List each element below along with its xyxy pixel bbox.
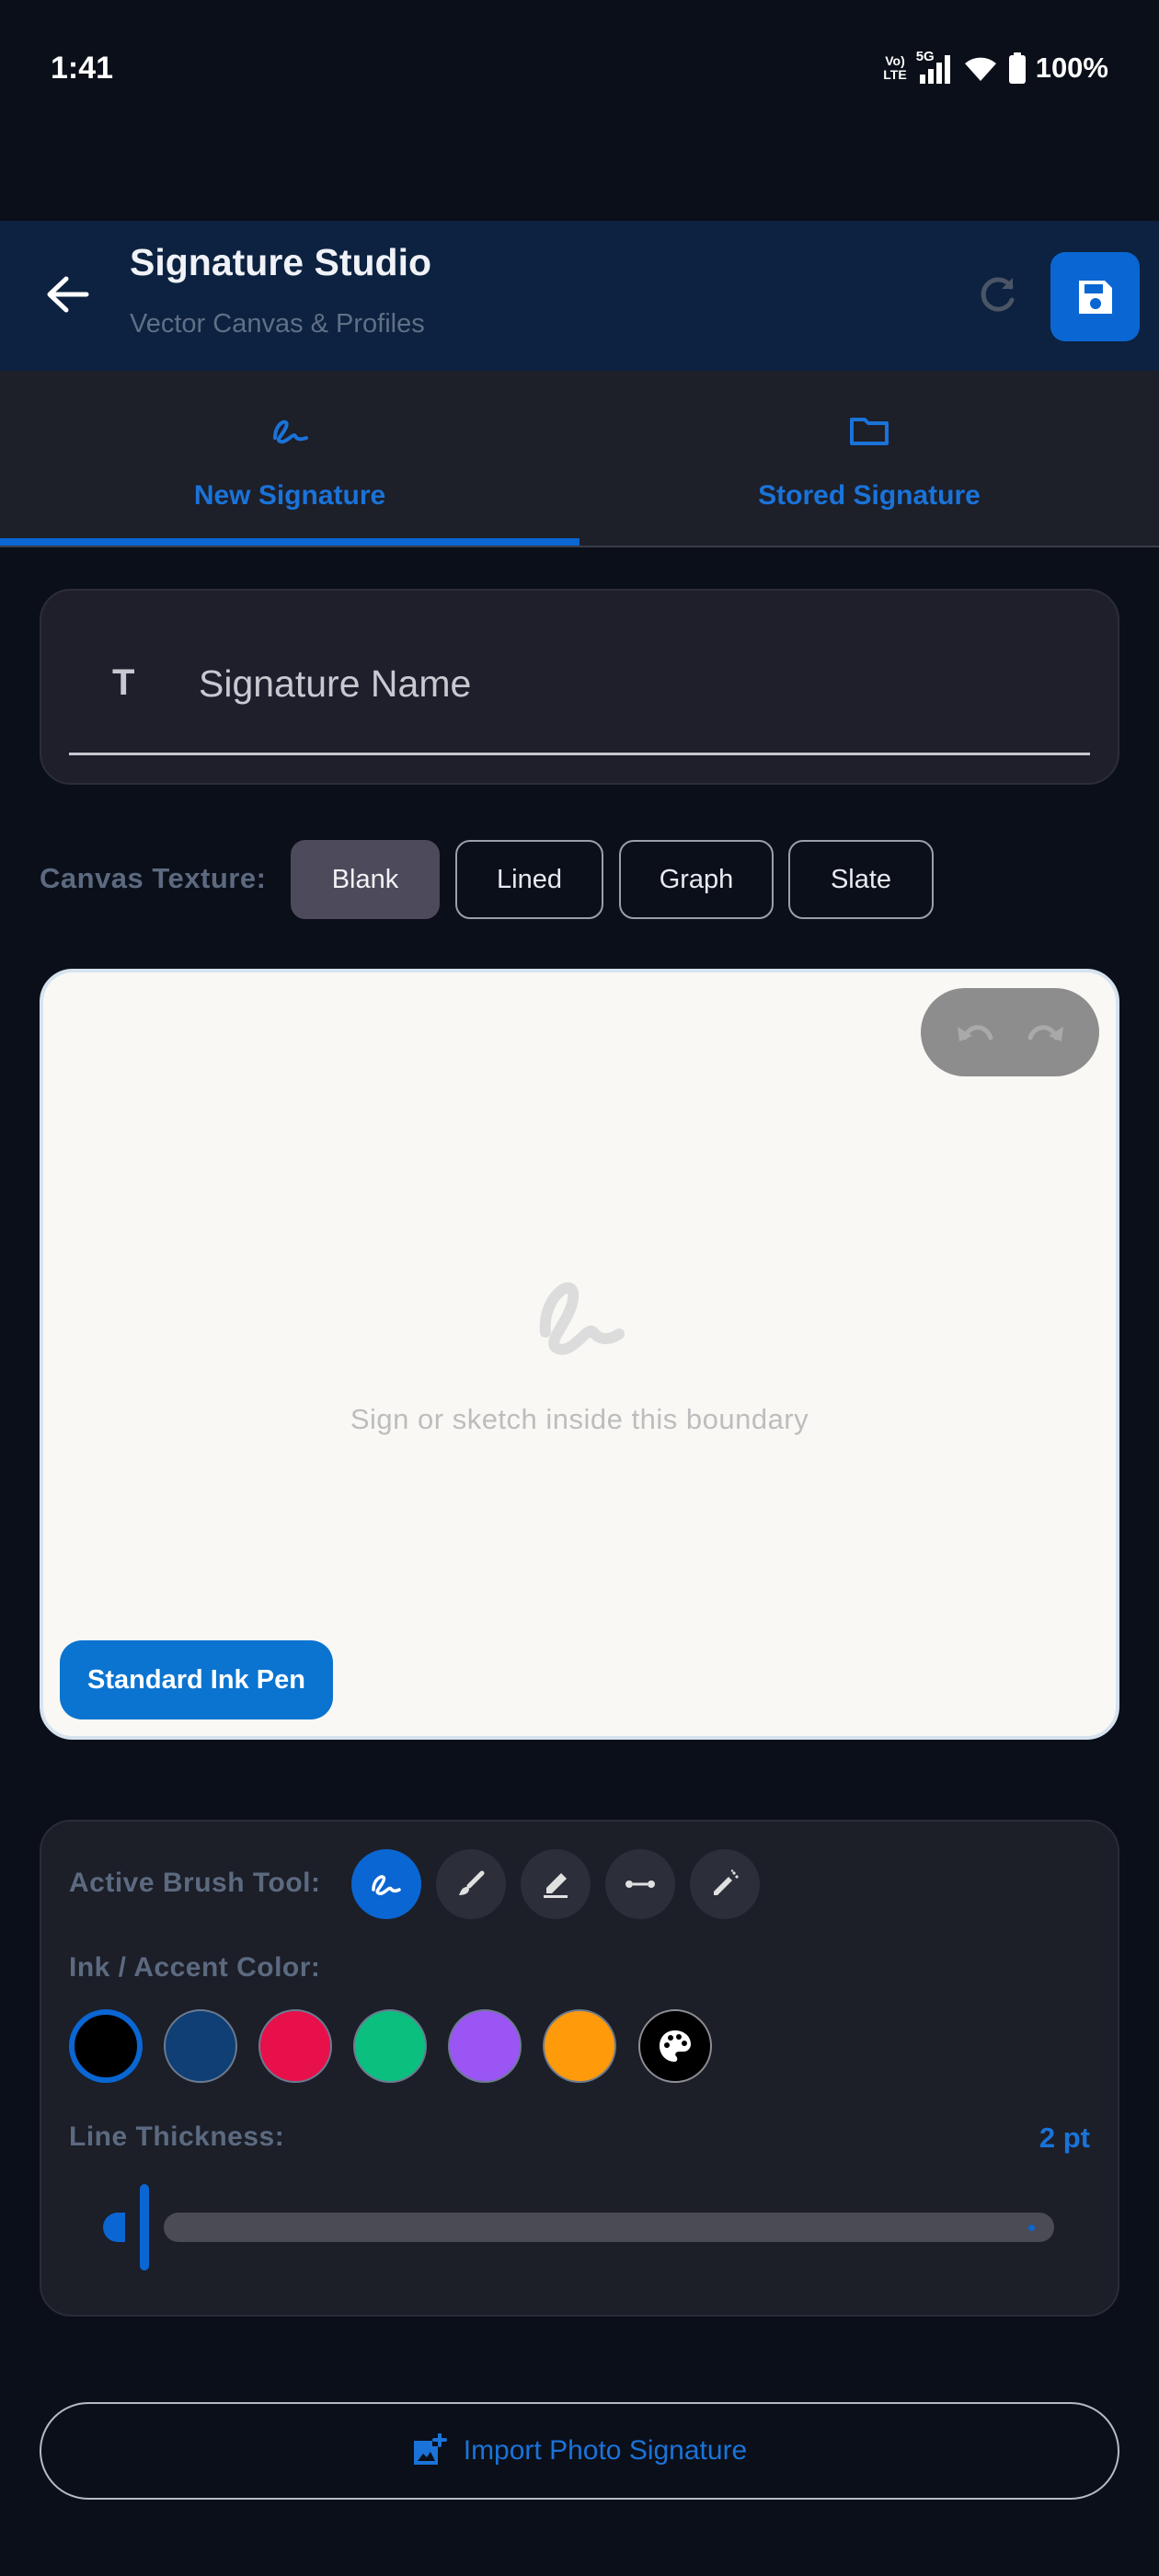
wifi-icon [964,57,996,81]
save-icon [1078,280,1112,314]
brush-icon [459,1870,485,1895]
volte-indicator: Vo) LTE [883,53,907,82]
undo-redo-group [921,988,1099,1076]
brush-tool-label: Active Brush Tool: [69,1868,321,1898]
canvas-hint: Sign or sketch inside this boundary [350,1403,809,1435]
battery-percent: 100% [1035,52,1108,84]
brush-dotted-line[interactable] [605,1849,675,1919]
thickness-slider-track[interactable] [164,2213,1054,2242]
canvas-texture-label: Canvas Texture: [40,862,267,894]
marker-icon [544,1873,568,1898]
page-subtitle: Vector Canvas & Profiles [130,309,425,339]
color-swatch-navy[interactable] [164,2009,237,2083]
color-swatch-purple[interactable] [448,2009,522,2083]
redo-icon[interactable] [1025,1014,1069,1051]
thickness-slider-thumb[interactable] [140,2184,149,2271]
color-swatch-crimson[interactable] [258,2009,332,2083]
tab-stored-signature[interactable]: Stored Signature [580,371,1159,547]
line-thickness-label: Line Thickness: [69,2122,285,2152]
signature-icon [273,420,308,444]
texture-chip-slate[interactable]: Slate [788,840,934,919]
status-time: 1:41 [51,51,114,86]
tab-bar: New Signature Stored Signature [0,371,1159,547]
import-photo-button[interactable]: Import Photo Signature [40,2402,1119,2500]
import-photo-label: Import Photo Signature [463,2435,748,2466]
color-swatch-black[interactable] [69,2009,143,2083]
status-bar: 1:41 Vo) LTE 5G 100% [0,0,1159,138]
signature-pen-icon [372,1875,401,1895]
brush-signature-pen[interactable] [351,1849,421,1919]
thickness-slider-end-marker [1028,2225,1035,2231]
airbrush-icon [714,1869,739,1895]
signature-placeholder-icon [539,1282,625,1355]
page-title: Signature Studio [130,241,431,283]
arrow-left-icon [47,276,89,313]
brush-airbrush[interactable] [690,1849,760,1919]
battery-icon [1008,52,1026,84]
save-button[interactable] [1050,252,1140,341]
add-photo-icon [413,2433,447,2465]
undo-icon[interactable] [952,1014,996,1051]
line-thickness-value: 2 pt [1039,2122,1090,2154]
back-button[interactable] [35,262,99,327]
signal-icon: 5G [916,49,953,84]
texture-chip-graph[interactable]: Graph [619,840,774,919]
palette-icon [660,2030,691,2062]
pen-type-badge: Standard Ink Pen [60,1640,333,1719]
status-icons: Vo) LTE 5G 100% [883,49,1108,85]
active-tab-indicator [0,538,580,546]
refresh-button[interactable] [970,267,1026,322]
folder-icon [850,418,889,445]
signature-name-input[interactable]: Signature Name [199,662,471,706]
tab-new-signature[interactable]: New Signature [0,371,580,547]
ink-color-label: Ink / Accent Color: [69,1952,321,1983]
tab-label: Stored Signature [758,480,981,511]
custom-color-button[interactable] [638,2009,712,2083]
tab-label: New Signature [193,480,386,511]
texture-chip-lined[interactable]: Lined [455,840,603,919]
thickness-slider-fill [103,2213,125,2242]
dotted-line-icon [625,1880,655,1888]
brush-paint[interactable] [436,1849,506,1919]
texture-chip-blank[interactable]: Blank [291,840,440,919]
color-swatch-green[interactable] [353,2009,427,2083]
brush-marker[interactable] [521,1849,591,1919]
input-underline [69,753,1090,755]
color-swatch-orange[interactable] [543,2009,616,2083]
refresh-icon [981,277,1015,312]
text-icon: T [112,662,135,703]
